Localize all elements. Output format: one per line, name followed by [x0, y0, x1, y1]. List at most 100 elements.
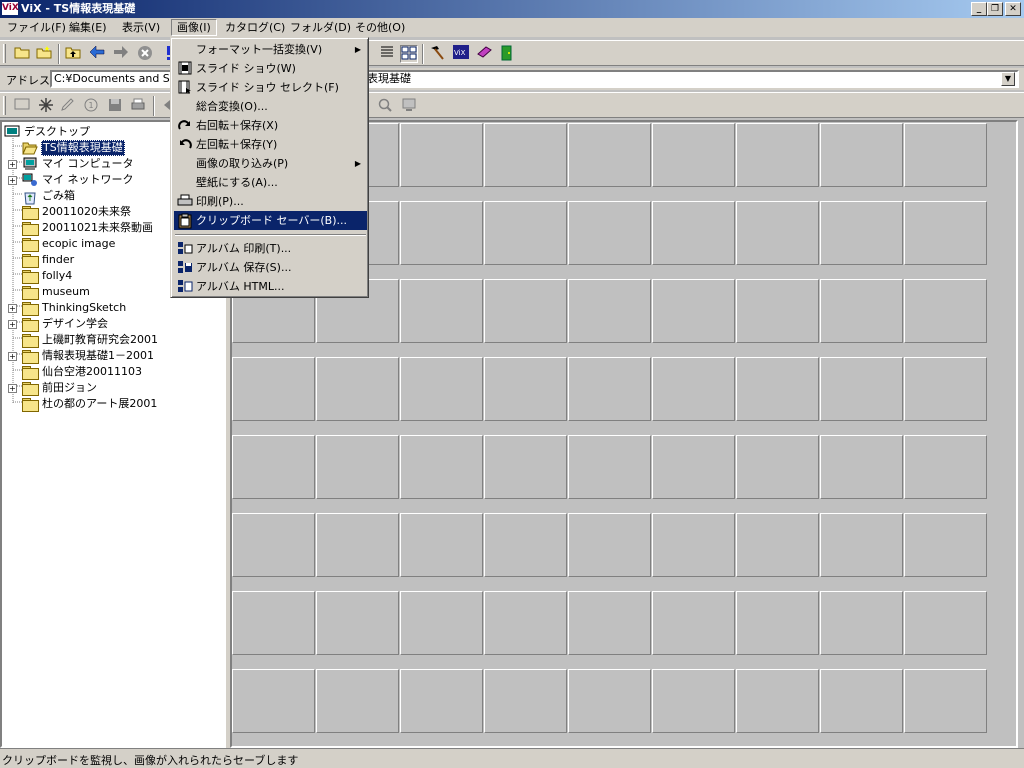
image-menu-item[interactable]: フォーマット一括変換(V) ▶: [174, 40, 367, 59]
thumbnail-cell[interactable]: [232, 669, 315, 733]
restore-button[interactable]: ❐: [987, 2, 1003, 16]
thumbnail-cell[interactable]: [904, 435, 987, 499]
thumbnail-cell[interactable]: [400, 669, 483, 733]
thumbnail-cell[interactable]: [568, 123, 651, 187]
thumbnail-cell[interactable]: [568, 279, 651, 343]
book-icon[interactable]: [475, 45, 493, 63]
edit-icon[interactable]: [59, 97, 77, 115]
thumbnail-cell[interactable]: [736, 513, 819, 577]
monitor-icon[interactable]: [400, 97, 418, 115]
thumbnail-cell[interactable]: [232, 435, 315, 499]
stop-icon[interactable]: [136, 45, 154, 63]
thumbnail-cell[interactable]: [820, 513, 903, 577]
thumbnail-cell[interactable]: [568, 669, 651, 733]
image-menu-item[interactable]: アルバム 印刷(T)...: [174, 239, 367, 258]
thumbnail-cell[interactable]: [820, 123, 903, 187]
menu-view[interactable]: 表示(V): [117, 19, 165, 36]
thumbnail-cell[interactable]: [568, 513, 651, 577]
menu-image[interactable]: 画像(I): [171, 19, 217, 36]
thumbnail-cell[interactable]: [820, 435, 903, 499]
hammer-icon[interactable]: [428, 45, 446, 63]
thumbnail-cell[interactable]: [652, 279, 735, 343]
exit-door-icon[interactable]: [498, 45, 516, 63]
tree-item[interactable]: 杜の都のアート展2001: [2, 396, 224, 412]
thumbnail-cell[interactable]: [736, 123, 819, 187]
thumbnail-cell[interactable]: [484, 201, 567, 265]
tree-item[interactable]: + ThinkingSketch: [2, 300, 224, 316]
thumbnail-cell[interactable]: [400, 123, 483, 187]
open-folder-icon[interactable]: [13, 45, 31, 63]
thumbnail-view-icon[interactable]: [400, 45, 418, 63]
thumbnail-cell[interactable]: [484, 435, 567, 499]
thumbnail-cell[interactable]: [904, 669, 987, 733]
thumbnail-cell[interactable]: [652, 669, 735, 733]
thumbnail-cell[interactable]: [904, 279, 987, 343]
thumbnail-cell[interactable]: [232, 591, 315, 655]
close-button[interactable]: ✕: [1005, 2, 1021, 16]
save-icon[interactable]: [106, 97, 124, 115]
tree-expander-icon[interactable]: +: [8, 176, 17, 185]
tree-item[interactable]: 上磯町教育研究会2001: [2, 332, 224, 348]
thumbnail-cell[interactable]: [316, 513, 399, 577]
thumbnail-cell[interactable]: [736, 591, 819, 655]
thumbnail-cell[interactable]: [568, 591, 651, 655]
tree-expander-icon[interactable]: +: [8, 352, 17, 361]
image-menu-item[interactable]: 印刷(P)...: [174, 192, 367, 211]
thumbnail-cell[interactable]: [820, 357, 903, 421]
thumbnail-cell[interactable]: [820, 591, 903, 655]
thumbnail-cell[interactable]: [904, 513, 987, 577]
image-frame-icon[interactable]: [13, 97, 31, 115]
thumbnail-cell[interactable]: [232, 357, 315, 421]
thumbnail-cell[interactable]: [904, 123, 987, 187]
thumbnail-cell[interactable]: [484, 669, 567, 733]
details-view-icon[interactable]: [378, 45, 396, 63]
menu-file[interactable]: ファイル(F): [2, 19, 71, 36]
thumbnail-cell[interactable]: [232, 513, 315, 577]
thumbnail-cell[interactable]: [400, 279, 483, 343]
thumbnail-cell[interactable]: [316, 669, 399, 733]
thumbnail-cell[interactable]: [484, 279, 567, 343]
image-menu-item[interactable]: アルバム 保存(S)...: [174, 258, 367, 277]
up-folder-icon[interactable]: [64, 45, 82, 63]
tree-expander-icon[interactable]: +: [8, 160, 17, 169]
thumbnail-cell[interactable]: [400, 591, 483, 655]
thumbnail-cell[interactable]: [820, 669, 903, 733]
image-menu-item[interactable]: 壁紙にする(A)...: [174, 173, 367, 192]
thumbnail-cell[interactable]: [736, 201, 819, 265]
thumbnail-cell[interactable]: [904, 201, 987, 265]
thumbnail-cell[interactable]: [484, 513, 567, 577]
tree-item[interactable]: 仙台空港20011103: [2, 364, 224, 380]
thumbnail-cell[interactable]: [736, 279, 819, 343]
thumbnail-cell[interactable]: [316, 357, 399, 421]
image-menu-item[interactable]: 右回転＋保存(X): [174, 116, 367, 135]
thumbnail-cell[interactable]: [316, 435, 399, 499]
thumbnail-cell[interactable]: [652, 513, 735, 577]
menu-catalog[interactable]: カタログ(C): [220, 19, 290, 36]
thumbnail-cell[interactable]: [736, 669, 819, 733]
thumbnail-cell[interactable]: [484, 591, 567, 655]
tree-expander-icon[interactable]: +: [8, 304, 17, 313]
thumbnail-cell[interactable]: [400, 201, 483, 265]
minimize-button[interactable]: _: [971, 2, 987, 16]
thumbnail-cell[interactable]: [568, 435, 651, 499]
menu-edit[interactable]: 編集(E): [64, 19, 112, 36]
thumbnail-cell[interactable]: [568, 357, 651, 421]
print-icon[interactable]: [129, 97, 147, 115]
sparkle-icon[interactable]: [37, 97, 55, 115]
image-menu-item[interactable]: 左回転＋保存(Y): [174, 135, 367, 154]
thumbnail-cell[interactable]: [904, 357, 987, 421]
tree-item[interactable]: + 前田ジョン: [2, 380, 224, 396]
image-menu-item[interactable]: スライド ショウ セレクト(F): [174, 78, 367, 97]
thumbnail-cell[interactable]: [400, 357, 483, 421]
thumbnail-cell[interactable]: [652, 357, 735, 421]
zoom-icon[interactable]: [376, 97, 394, 115]
thumbnail-cell[interactable]: [820, 279, 903, 343]
badge-one-icon[interactable]: 1: [82, 97, 100, 115]
new-folder-icon[interactable]: [35, 45, 53, 63]
tree-item[interactable]: + デザイン学会: [2, 316, 224, 332]
back-arrow-icon[interactable]: [88, 45, 106, 63]
thumbnail-cell[interactable]: [484, 123, 567, 187]
thumbnail-cell[interactable]: [400, 513, 483, 577]
thumbnail-cell[interactable]: [568, 201, 651, 265]
image-menu-item[interactable]: スライド ショウ(W): [174, 59, 367, 78]
